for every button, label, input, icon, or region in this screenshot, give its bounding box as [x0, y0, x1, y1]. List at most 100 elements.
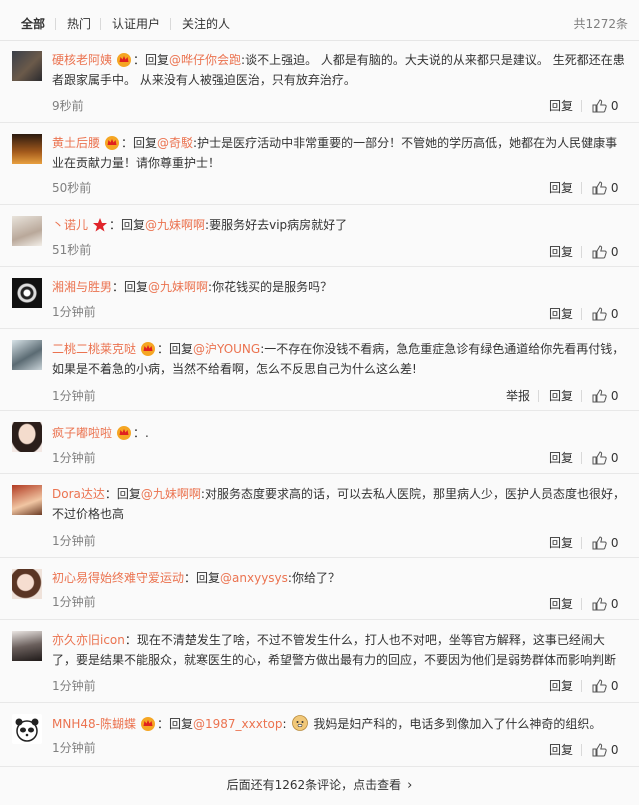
- thumbs-up-icon: [592, 307, 607, 321]
- like-button[interactable]: 0: [592, 98, 618, 114]
- reply-button[interactable]: 回复: [549, 98, 573, 114]
- thumbs-up-icon: [592, 181, 607, 195]
- mention-link[interactable]: @anxyysys: [220, 571, 288, 585]
- thumbs-up-icon: [592, 451, 607, 465]
- reply-button[interactable]: 回复: [549, 535, 573, 551]
- like-button[interactable]: 0: [592, 306, 618, 322]
- tab-hot[interactable]: 热门: [67, 16, 91, 32]
- thumbs-up-icon: [592, 99, 607, 113]
- thumbs-up-icon: [592, 389, 607, 403]
- mention-link[interactable]: @沪YOUNG: [193, 342, 260, 356]
- comment-text: MNH48-陈蝴蝶 ：回复@1987_xxxtop: 我妈是妇产科的，电话多到像加…: [52, 714, 626, 734]
- star-badge-icon: [93, 218, 108, 232]
- avatar[interactable]: [12, 631, 42, 661]
- tab-divider: [55, 18, 56, 30]
- comment-time: 1分钟前: [52, 305, 96, 319]
- comment-item: 硬核老阿姨 ：回复@哗仔你会跑:谈不上强迫。 人都是有脑的。大夫说的从来都只是建议…: [0, 41, 639, 123]
- avatar[interactable]: [12, 340, 42, 370]
- comment-item: 二桃二桃莱克哒 ：回复@沪YOUNG:一不存在你没钱不看病，急危重症急诊有绿色通道…: [0, 328, 639, 411]
- comment-total-count: 共1272条: [573, 17, 628, 31]
- avatar[interactable]: [12, 714, 42, 744]
- comment-item: Dora达达：回复@九妹啊啊:对服务态度要求高的话，可以去私人医院，那里病人少，…: [0, 473, 639, 558]
- thumbs-up-icon: [592, 597, 607, 611]
- action-divider: [581, 537, 582, 549]
- comment-username[interactable]: 疯子嘟啦啦: [52, 426, 112, 440]
- report-button[interactable]: 举报: [506, 388, 530, 404]
- like-button[interactable]: 0: [592, 388, 618, 404]
- comment-text: 硬核老阿姨 ：回复@哗仔你会跑:谈不上强迫。 人都是有脑的。大夫说的从来都只是建议…: [52, 53, 625, 87]
- action-divider: [581, 744, 582, 756]
- like-button[interactable]: 0: [592, 244, 618, 260]
- comment-time: 51秒前: [52, 243, 92, 257]
- panda-icon: [15, 718, 39, 742]
- comment-username[interactable]: 硬核老阿姨: [52, 53, 112, 67]
- avatar[interactable]: [12, 278, 42, 308]
- member-crown-icon: [105, 136, 120, 150]
- like-button[interactable]: 0: [592, 678, 618, 694]
- reply-button[interactable]: 回复: [549, 388, 573, 404]
- member-crown-icon: [117, 426, 132, 440]
- avatar[interactable]: [12, 422, 42, 452]
- comment-text: 初心易得始终难守爱运动：回复@anxyysys:你给了？: [52, 571, 340, 585]
- reply-button[interactable]: 回复: [549, 450, 573, 466]
- avatar[interactable]: [12, 569, 42, 599]
- comment-panel: 全部 热门 认证用户 关注的人 共1272条 硬核老阿姨 ：回复@哗仔你会跑:谈不…: [0, 0, 639, 805]
- avatar[interactable]: [12, 51, 42, 81]
- mention-link[interactable]: @1987_xxxtop: [193, 717, 283, 731]
- tab-verified[interactable]: 认证用户: [112, 16, 160, 32]
- like-button[interactable]: 0: [592, 180, 618, 196]
- mention-link[interactable]: @九妹啊啊: [145, 218, 205, 232]
- comment-username[interactable]: Dora达达: [52, 487, 105, 501]
- member-crown-icon: [117, 53, 132, 67]
- reply-button[interactable]: 回复: [549, 244, 573, 260]
- mention-link[interactable]: @奇駁: [157, 136, 193, 150]
- mention-link[interactable]: @九妹啊啊: [148, 280, 208, 294]
- comment-username[interactable]: 丶诺儿: [52, 218, 88, 232]
- comment-item: 黄土后腰 ：回复@奇駁:护士是医疗活动中非常重要的一部分！不管她的学历高低，她都在…: [0, 122, 639, 205]
- like-button[interactable]: 0: [592, 596, 618, 612]
- comment-item: 亦久亦旧icon：现在不清楚发生了啥，不过不管发生什么，打人也不对吧，坐等官方解…: [0, 619, 639, 703]
- comment-username[interactable]: 湘湘与胜男: [52, 280, 112, 294]
- reply-button[interactable]: 回复: [549, 596, 573, 612]
- like-button[interactable]: 0: [592, 535, 618, 551]
- comment-text: 疯子嘟啦啦：.: [52, 426, 149, 440]
- load-more-comments-link[interactable]: 后面还有1262条评论，点击查看 ›: [0, 766, 639, 804]
- action-divider: [581, 182, 582, 194]
- action-divider: [581, 246, 582, 258]
- thumbs-up-icon: [592, 743, 607, 757]
- reply-button[interactable]: 回复: [549, 742, 573, 758]
- thumbs-up-icon: [592, 245, 607, 259]
- avatar[interactable]: [12, 134, 42, 164]
- comment-username[interactable]: MNH48-陈蝴蝶: [52, 717, 136, 731]
- action-divider: [538, 390, 539, 402]
- like-button[interactable]: 0: [592, 742, 618, 758]
- reply-button[interactable]: 回复: [549, 678, 573, 694]
- action-divider: [581, 598, 582, 610]
- mention-link[interactable]: @哗仔你会跑: [169, 53, 241, 67]
- action-divider: [581, 390, 582, 402]
- comment-time: 50秒前: [52, 181, 92, 195]
- filter-tabs: 全部 热门 认证用户 关注的人 共1272条: [0, 0, 639, 41]
- avatar[interactable]: [12, 485, 42, 515]
- comment-username[interactable]: 二桃二桃莱克哒: [52, 342, 136, 356]
- comment-time: 1分钟前: [52, 741, 96, 755]
- like-button[interactable]: 0: [592, 450, 618, 466]
- member-crown-icon: [141, 342, 156, 356]
- mention-link[interactable]: @九妹啊啊: [141, 487, 201, 501]
- comment-time: 9秒前: [52, 99, 84, 113]
- comment-item: 初心易得始终难守爱运动：回复@anxyysys:你给了？ 1分钟前 回复 0: [0, 557, 639, 620]
- comment-text: 黄土后腰 ：回复@奇駁:护士是医疗活动中非常重要的一部分！不管她的学历高低，她都在…: [52, 136, 618, 170]
- comment-text: Dora达达：回复@九妹啊啊:对服务态度要求高的话，可以去私人医院，那里病人少，…: [52, 487, 625, 521]
- comment-username[interactable]: 初心易得始终难守爱运动: [52, 571, 184, 585]
- comment-time: 1分钟前: [52, 534, 96, 548]
- avatar[interactable]: [12, 216, 42, 246]
- comment-username[interactable]: 亦久亦旧icon: [52, 633, 125, 647]
- tab-all[interactable]: 全部: [21, 16, 45, 32]
- comment-time: 1分钟前: [52, 679, 96, 693]
- comment-username[interactable]: 黄土后腰: [52, 136, 100, 150]
- tab-following[interactable]: 关注的人: [182, 16, 230, 32]
- thumbs-up-icon: [592, 679, 607, 693]
- reply-button[interactable]: 回复: [549, 306, 573, 322]
- doge-emoji-icon: [291, 715, 308, 731]
- reply-button[interactable]: 回复: [549, 180, 573, 196]
